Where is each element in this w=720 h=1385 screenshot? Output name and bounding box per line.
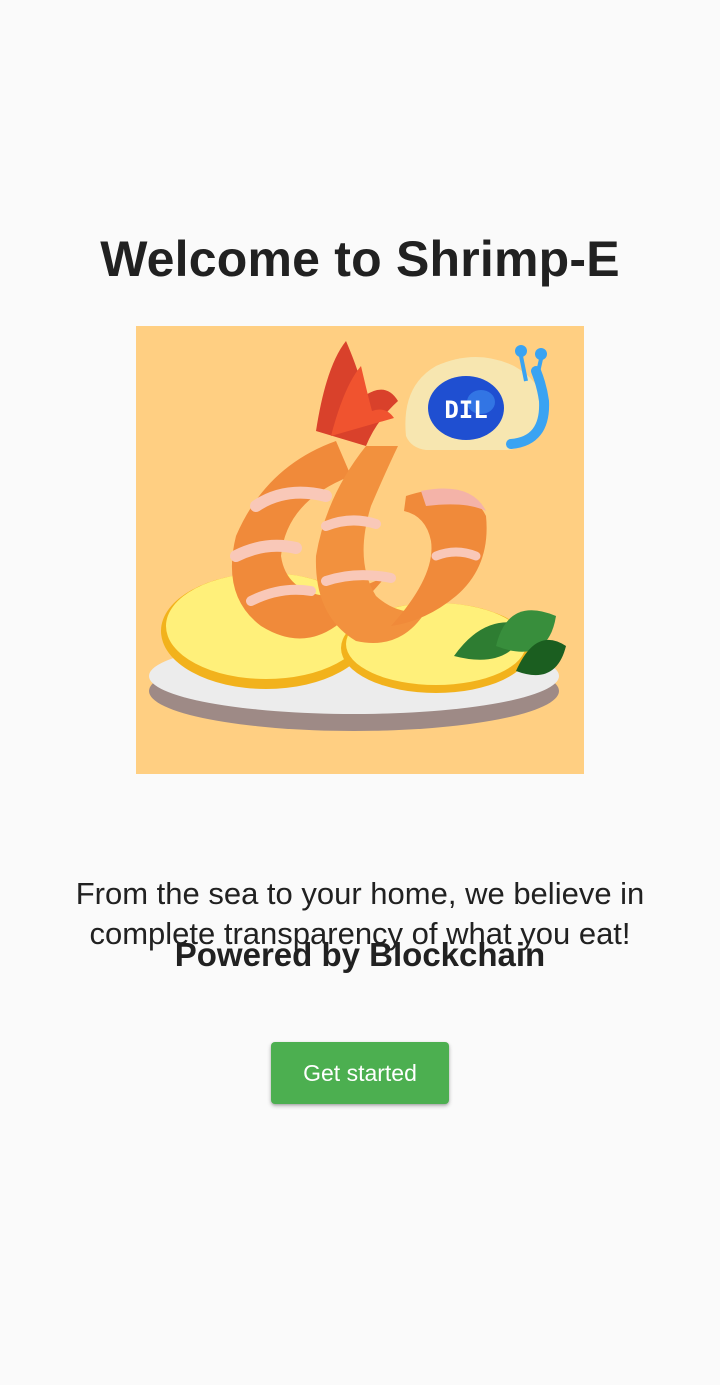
page-title: Welcome to Shrimp-E: [100, 230, 620, 287]
powered-by-label: Powered by Blockchain: [174, 936, 546, 973]
hero-image: DIL: [136, 326, 584, 774]
hero-badge-text: DIL: [444, 396, 487, 424]
shrimp-illustration-icon: DIL: [149, 341, 566, 731]
get-started-button[interactable]: Get started: [271, 1042, 449, 1104]
